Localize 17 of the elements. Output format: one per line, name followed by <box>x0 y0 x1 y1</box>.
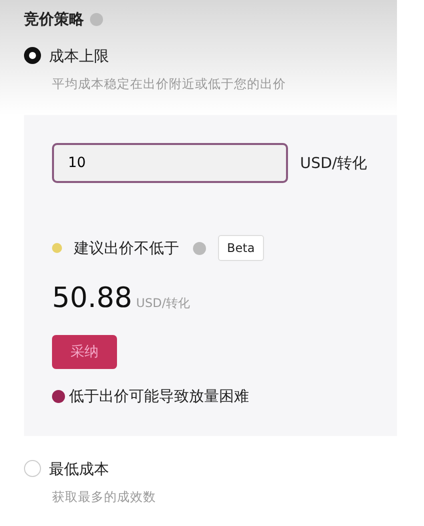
warning-text: 低于出价可能导致放量困难 <box>69 386 249 407</box>
help-icon <box>193 242 206 254</box>
unit-label: USD/转化 <box>300 152 368 174</box>
option-description: 获取最多的成效数 <box>52 488 157 506</box>
suggested-bid-value: 50.88 <box>52 280 132 316</box>
suggestion-label: 建议出价不低于 <box>74 238 179 259</box>
option-label: 成本上限 <box>49 46 109 66</box>
unit-label: USD/转化 <box>136 295 190 312</box>
option-label: 最低成本 <box>49 458 109 480</box>
warning-icon <box>52 390 65 403</box>
status-dot <box>52 243 62 253</box>
option-description: 平均成本稳定在出价附近或低于您的出价 <box>52 75 287 93</box>
radio-button[interactable] <box>24 47 41 64</box>
help-icon <box>90 12 103 26</box>
section-title: 竞价策略 <box>24 9 84 30</box>
bid-input-field[interactable]: 10 <box>52 143 288 183</box>
beta-badge: Beta <box>218 235 264 261</box>
